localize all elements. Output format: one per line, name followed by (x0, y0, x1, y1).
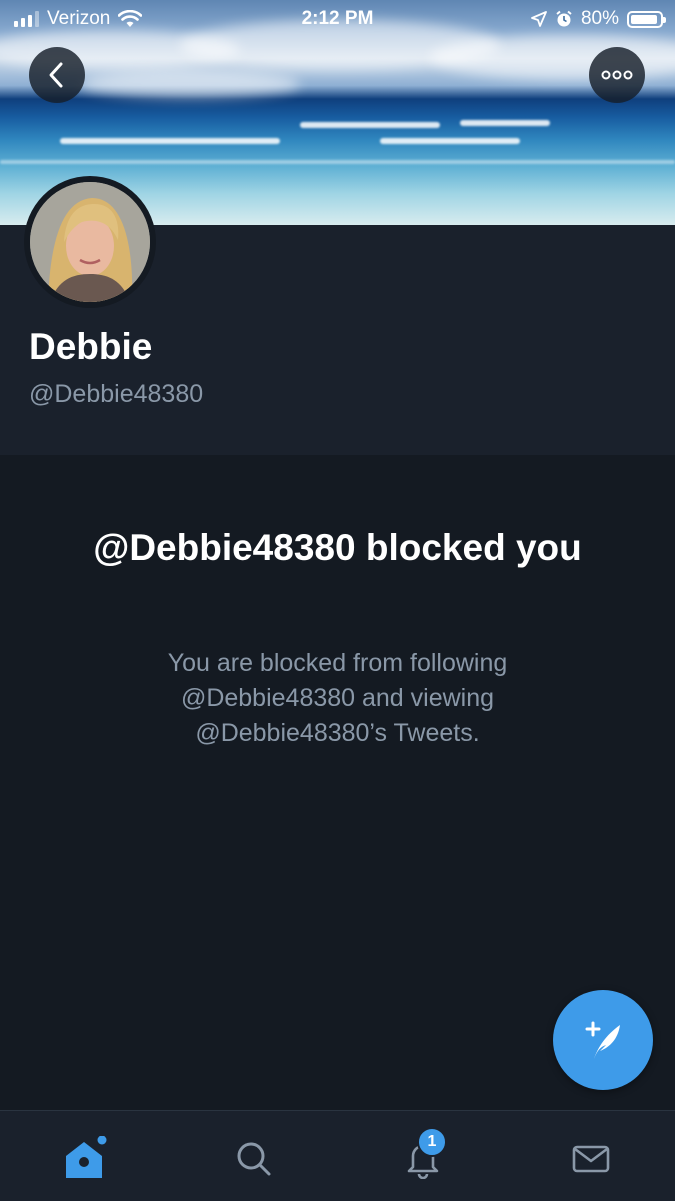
profile-handle: @Debbie48380 (29, 380, 204, 408)
blocked-title: @Debbie48380 blocked you (93, 527, 582, 568)
more-options-button[interactable] (589, 47, 645, 103)
tab-home[interactable] (55, 1129, 115, 1189)
mail-icon (572, 1145, 610, 1173)
avatar-photo (30, 182, 150, 302)
back-button[interactable] (29, 47, 85, 103)
battery-percent: 80% (580, 8, 619, 29)
blocked-message: You are blocked from following @Debbie48… (167, 649, 508, 747)
compose-tweet-icon (585, 1021, 620, 1059)
profile-name: Debbie (29, 326, 153, 367)
location-arrow-icon (531, 11, 547, 27)
notification-count-badge: 1 (417, 1127, 447, 1157)
avatar[interactable] (24, 176, 156, 308)
home-icon (66, 1136, 107, 1178)
more-horizontal-icon (601, 70, 633, 80)
compose-tweet-button[interactable] (553, 990, 653, 1090)
tab-notifications[interactable]: 1 (393, 1127, 453, 1189)
status-bar: Verizon 2:12 PM 80% (0, 0, 675, 38)
tab-search[interactable] (224, 1129, 284, 1189)
chevron-left-icon (49, 62, 63, 88)
bottom-tab-bar: 1 (0, 1110, 675, 1201)
battery-icon (627, 10, 666, 28)
alarm-clock-icon (556, 10, 572, 27)
search-icon (237, 1142, 271, 1176)
tab-messages[interactable] (561, 1129, 621, 1189)
